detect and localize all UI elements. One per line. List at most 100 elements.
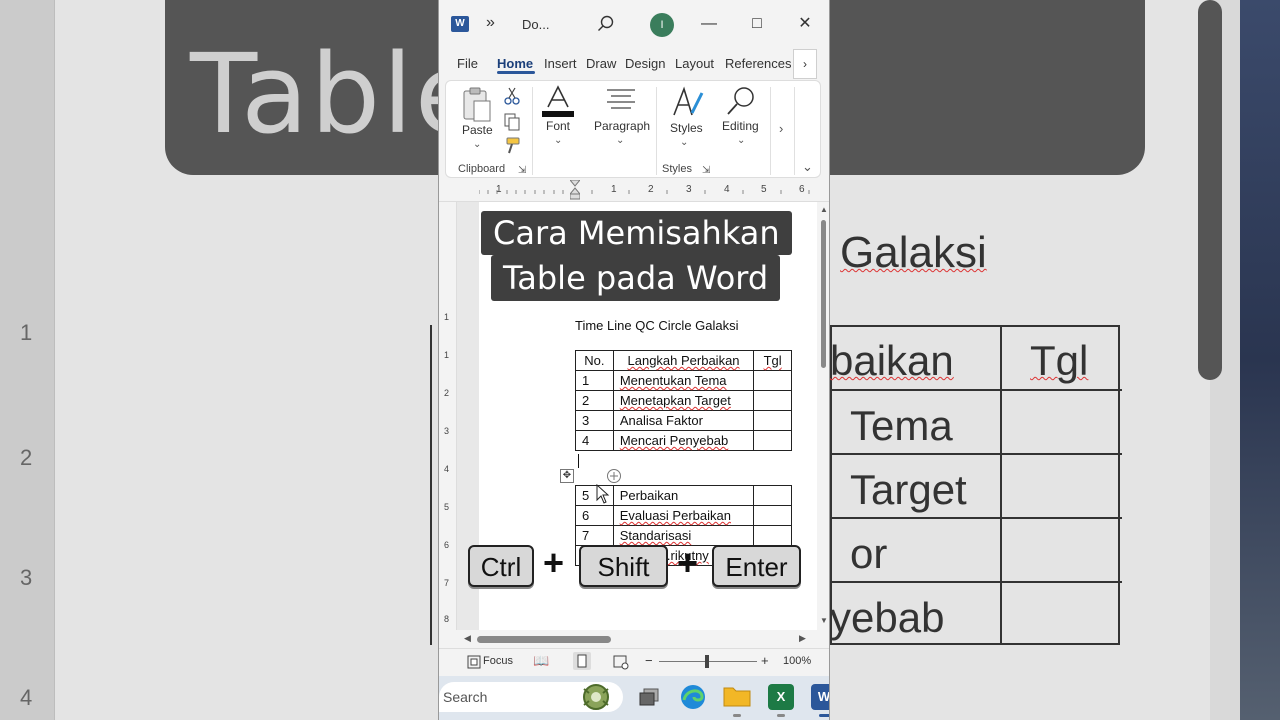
edge-icon[interactable] xyxy=(680,684,706,710)
table-cell[interactable]: Menentukan Tema xyxy=(612,370,755,391)
table-cell[interactable]: Analisa Faktor xyxy=(612,410,755,431)
vertical-scroll-thumb[interactable] xyxy=(821,220,826,368)
horizontal-scroll-thumb[interactable] xyxy=(477,636,611,643)
cell-text: Menentukan Tema xyxy=(619,373,727,388)
styles-launcher-icon[interactable]: ⇲ xyxy=(702,165,710,176)
table-cell[interactable] xyxy=(753,505,792,526)
table-cell[interactable] xyxy=(753,370,792,391)
tab-design[interactable]: Design xyxy=(625,56,665,71)
insert-column-icon[interactable] xyxy=(606,468,622,484)
close-button[interactable]: ✕ xyxy=(793,12,817,36)
paragraph-icon[interactable] xyxy=(606,87,636,113)
table-header-cell[interactable]: Langkah Perbaikan xyxy=(612,350,755,371)
indent-marker[interactable] xyxy=(568,179,582,200)
styles-dropdown-icon[interactable]: ⌄ xyxy=(680,137,688,148)
table-cell[interactable] xyxy=(753,525,792,546)
tab-references[interactable]: References xyxy=(725,56,791,71)
table-cell[interactable]: Menetapkan Target xyxy=(612,390,755,411)
file-explorer-icon[interactable] xyxy=(723,684,751,708)
read-mode-icon[interactable]: 📖 xyxy=(533,653,549,669)
copy-icon[interactable] xyxy=(504,113,520,131)
table-cell[interactable]: 5 xyxy=(575,485,614,506)
table-cell[interactable]: 3 xyxy=(575,410,614,431)
print-layout-button[interactable] xyxy=(573,652,591,670)
table-cell[interactable] xyxy=(753,390,792,411)
bg-table-line xyxy=(430,325,432,645)
scroll-up-icon[interactable]: ▲ xyxy=(820,205,828,214)
cut-icon[interactable] xyxy=(504,87,520,105)
focus-icon[interactable] xyxy=(467,655,481,669)
vruler-number: 7 xyxy=(444,578,450,588)
tabs-scroll-right-button[interactable]: › xyxy=(793,49,817,79)
vruler-number: 5 xyxy=(444,502,450,512)
styles-icon[interactable] xyxy=(670,85,704,121)
table-cell[interactable] xyxy=(753,430,792,451)
tab-insert[interactable]: Insert xyxy=(544,56,577,71)
taskbar-active-indicator xyxy=(819,714,829,717)
avatar[interactable]: I xyxy=(650,13,674,37)
zoom-in-button[interactable]: + xyxy=(761,653,769,668)
search-icon[interactable] xyxy=(596,14,616,34)
vertical-scrollbar[interactable]: ▲ ▼ xyxy=(817,202,829,630)
maximize-button[interactable]: □ xyxy=(745,12,769,36)
bg-table-row xyxy=(832,389,1122,391)
horizontal-scrollbar[interactable]: ◀ ▶ xyxy=(439,630,829,648)
tab-file[interactable]: File xyxy=(457,56,478,71)
scroll-left-icon[interactable]: ◀ xyxy=(464,633,471,644)
zoom-slider-thumb[interactable] xyxy=(705,655,709,668)
focus-label[interactable]: Focus xyxy=(483,655,513,667)
table-cell[interactable] xyxy=(753,485,792,506)
vruler-number: 8 xyxy=(444,614,450,624)
web-layout-icon[interactable] xyxy=(613,654,629,670)
paragraph-dropdown-icon[interactable]: ⌄ xyxy=(616,135,624,146)
tab-draw[interactable]: Draw xyxy=(586,56,616,71)
paste-dropdown-icon[interactable]: ⌄ xyxy=(473,139,481,150)
font-label[interactable]: Font xyxy=(546,119,570,133)
tab-home[interactable]: Home xyxy=(497,56,533,71)
tab-layout[interactable]: Layout xyxy=(675,56,714,71)
table-cell[interactable]: Evaluasi Perbaikan xyxy=(612,505,755,526)
scroll-down-icon[interactable]: ▼ xyxy=(820,616,828,625)
task-view-icon[interactable] xyxy=(637,686,661,710)
editing-search-icon[interactable] xyxy=(726,85,756,117)
excel-icon[interactable]: X xyxy=(768,684,794,710)
table-1[interactable]: No. Langkah Perbaikan Tgl 1 Menentukan T… xyxy=(575,350,792,451)
table-move-handle-icon[interactable]: ✥ xyxy=(560,469,574,483)
table-cell[interactable]: Mencari Penyebab xyxy=(612,430,755,451)
bg-ruler-num: 3 xyxy=(20,565,33,590)
header-text: Langkah Perbaikan xyxy=(627,353,740,368)
table-cell[interactable]: 2 xyxy=(575,390,614,411)
table-cell[interactable]: 1 xyxy=(575,370,614,391)
zoom-level[interactable]: 100% xyxy=(783,655,811,667)
editing-label[interactable]: Editing xyxy=(722,119,759,133)
collapse-ribbon-icon[interactable]: ⌄ xyxy=(802,159,813,175)
editing-dropdown-icon[interactable]: ⌄ xyxy=(737,135,745,146)
table-cell[interactable] xyxy=(753,410,792,431)
paragraph-label[interactable]: Paragraph xyxy=(594,119,650,133)
zoom-out-button[interactable]: − xyxy=(645,653,653,668)
table-cell[interactable]: 4 xyxy=(575,430,614,451)
search-highlight-icon[interactable] xyxy=(575,680,617,714)
clipboard-launcher-icon[interactable]: ⇲ xyxy=(518,165,526,176)
paste-icon[interactable] xyxy=(460,87,494,123)
document-title[interactable]: Do... xyxy=(522,17,549,32)
font-dropdown-icon[interactable]: ⌄ xyxy=(554,135,562,146)
key-shift: Shift xyxy=(579,545,668,587)
ribbon-more-icon[interactable]: › xyxy=(779,121,783,136)
minimize-button[interactable]: — xyxy=(697,12,721,36)
scroll-right-icon[interactable]: ▶ xyxy=(799,633,806,644)
table-header-cell[interactable]: No. xyxy=(575,350,614,371)
table-cell[interactable]: 7 xyxy=(575,525,614,546)
styles-label[interactable]: Styles xyxy=(670,121,703,135)
paste-label[interactable]: Paste xyxy=(462,123,493,137)
format-painter-icon[interactable] xyxy=(504,137,520,155)
table-cell[interactable]: 6 xyxy=(575,505,614,526)
title-bar: W » Do... I — □ ✕ xyxy=(439,0,829,48)
word-taskbar-icon[interactable]: W xyxy=(811,684,829,710)
table-cell[interactable]: Perbaikan xyxy=(612,485,755,506)
status-bar: Focus 📖 − + 100% xyxy=(439,648,829,674)
more-commands-icon[interactable]: » xyxy=(486,14,495,32)
font-icon[interactable] xyxy=(542,85,574,119)
plus-sign: + xyxy=(543,542,565,583)
table-header-cell[interactable]: Tgl xyxy=(753,350,792,371)
